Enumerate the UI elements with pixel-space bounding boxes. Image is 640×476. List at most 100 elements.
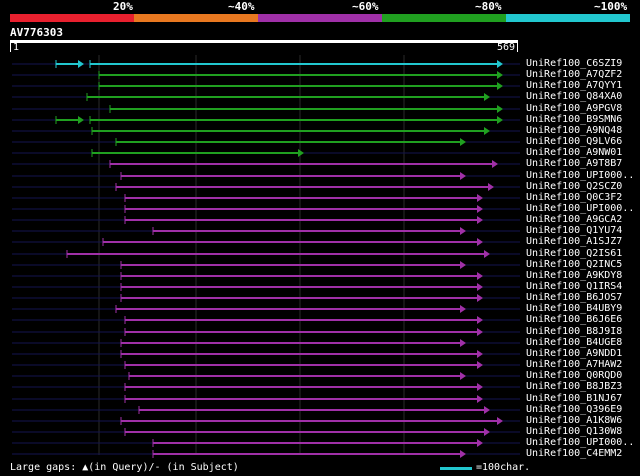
hit-arrow bbox=[497, 116, 503, 124]
hit-label[interactable]: UniRef100_B9SMN6 bbox=[526, 114, 622, 125]
hit-arrow bbox=[497, 71, 503, 79]
hit-arrow bbox=[497, 105, 503, 113]
hit-label[interactable]: UniRef100_A9GCA2 bbox=[526, 214, 622, 225]
hit-arrow bbox=[477, 283, 483, 291]
gaps-legend: Large gaps: ▲(in Query)/- (in Subject) bbox=[10, 462, 239, 473]
hit-arrow bbox=[484, 127, 490, 135]
hit-label[interactable]: UniRef100_Q396E9 bbox=[526, 404, 622, 415]
hit-arrow bbox=[460, 138, 466, 146]
hit-label[interactable]: UniRef100_Q1YU74 bbox=[526, 225, 622, 236]
hit-label[interactable]: UniRef100_C6SZI9 bbox=[526, 58, 622, 69]
hit-alignment[interactable] bbox=[55, 116, 503, 124]
hit-arrow bbox=[484, 250, 490, 258]
hit-label[interactable]: UniRef100_A7QYY1 bbox=[526, 80, 622, 91]
hit-alignment[interactable] bbox=[152, 227, 466, 235]
hit-alignment[interactable] bbox=[120, 339, 466, 347]
hit-label[interactable]: UniRef100_A9NW01 bbox=[526, 147, 622, 158]
hit-arrow bbox=[78, 116, 84, 124]
scale-label: =100char. bbox=[476, 462, 531, 473]
hit-arrow bbox=[477, 439, 483, 447]
hit-label[interactable]: UniRef100_Q0RQD0 bbox=[526, 370, 622, 381]
hit-alignment[interactable] bbox=[120, 417, 503, 425]
hit-label[interactable]: UniRef100_Q130W8 bbox=[526, 426, 622, 437]
hit-alignment[interactable] bbox=[91, 149, 304, 157]
hit-alignment[interactable] bbox=[120, 350, 483, 358]
hit-arrow bbox=[460, 305, 466, 313]
hit-label[interactable]: UniRef100_B8JBZ3 bbox=[526, 381, 622, 392]
hit-arrow bbox=[298, 149, 304, 157]
hit-arrow bbox=[460, 450, 466, 458]
hit-label[interactable]: UniRef100_A9KDY8 bbox=[526, 270, 622, 281]
hit-arrow bbox=[477, 194, 483, 202]
hit-alignment[interactable] bbox=[124, 316, 483, 324]
hit-label[interactable]: UniRef100_Q2IS61 bbox=[526, 248, 622, 259]
hit-label[interactable]: UniRef100_A1SJZ7 bbox=[526, 236, 622, 247]
hit-label[interactable]: UniRef100_Q9LV66 bbox=[526, 136, 622, 147]
hit-label[interactable]: UniRef100_B4UGE8 bbox=[526, 337, 622, 348]
hit-label[interactable]: UniRef100_B1NJ67 bbox=[526, 393, 622, 404]
hit-label[interactable]: UniRef100_B8J9I8 bbox=[526, 326, 622, 337]
hit-label[interactable]: UniRef100_Q2SCZ0 bbox=[526, 181, 622, 192]
hit-alignment[interactable] bbox=[115, 138, 466, 146]
hit-alignment[interactable] bbox=[124, 194, 483, 202]
hit-alignment[interactable] bbox=[124, 205, 483, 213]
hit-alignment[interactable] bbox=[86, 93, 490, 101]
hit-label[interactable]: UniRef100_Q1IRS4 bbox=[526, 281, 622, 292]
hit-alignment[interactable] bbox=[152, 450, 466, 458]
hit-alignment[interactable] bbox=[109, 105, 503, 113]
hit-alignment[interactable] bbox=[124, 216, 483, 224]
hit-alignment[interactable] bbox=[109, 160, 498, 168]
hit-label[interactable]: UniRef100_A9NQ48 bbox=[526, 125, 622, 136]
hit-alignment[interactable] bbox=[124, 328, 483, 336]
hit-label[interactable]: UniRef100_A9NDD1 bbox=[526, 348, 622, 359]
hit-alignment[interactable] bbox=[138, 406, 490, 414]
hit-arrow bbox=[477, 361, 483, 369]
hit-alignment[interactable] bbox=[152, 439, 483, 447]
hit-alignment[interactable] bbox=[124, 383, 483, 391]
hit-label[interactable]: UniRef100_UPI000.. bbox=[526, 203, 634, 214]
hit-arrow bbox=[460, 372, 466, 380]
hit-arrow bbox=[488, 183, 494, 191]
hit-alignment[interactable] bbox=[98, 82, 503, 90]
hit-alignment[interactable] bbox=[115, 305, 466, 313]
hit-label[interactable]: UniRef100_A7HAW2 bbox=[526, 359, 622, 370]
hit-label[interactable]: UniRef100_B6JOS7 bbox=[526, 292, 622, 303]
hit-alignment[interactable] bbox=[128, 372, 466, 380]
hit-arrow bbox=[78, 60, 84, 68]
hit-label[interactable]: UniRef100_C4EMM2 bbox=[526, 448, 622, 459]
hit-alignment[interactable] bbox=[98, 71, 503, 79]
hit-label[interactable]: UniRef100_Q0C3F2 bbox=[526, 192, 622, 203]
hit-alignment[interactable] bbox=[55, 60, 503, 68]
hit-alignment[interactable] bbox=[120, 261, 466, 269]
hit-label[interactable]: UniRef100_UPI000.. bbox=[526, 437, 634, 448]
hit-arrow bbox=[477, 238, 483, 246]
hit-label[interactable]: UniRef100_B6J6E6 bbox=[526, 314, 622, 325]
hit-label[interactable]: UniRef100_A9T8B7 bbox=[526, 158, 622, 169]
hit-label[interactable]: UniRef100_A7QZF2 bbox=[526, 69, 622, 80]
hit-alignment[interactable] bbox=[124, 361, 483, 369]
hit-label[interactable]: UniRef100_B4UBY9 bbox=[526, 303, 622, 314]
hit-alignment[interactable] bbox=[120, 272, 483, 280]
hit-arrow bbox=[477, 272, 483, 280]
hit-alignment[interactable] bbox=[120, 172, 466, 180]
hit-alignment[interactable] bbox=[115, 183, 494, 191]
hit-arrow bbox=[477, 383, 483, 391]
hit-alignment[interactable] bbox=[66, 250, 490, 258]
hit-arrow bbox=[460, 227, 466, 235]
hit-label[interactable]: UniRef100_Q2INC5 bbox=[526, 259, 622, 270]
hit-alignment[interactable] bbox=[120, 294, 483, 302]
hit-label[interactable]: UniRef100_UPI000.. bbox=[526, 170, 634, 181]
hit-label[interactable]: UniRef100_A9PGV8 bbox=[526, 103, 622, 114]
hit-alignment[interactable] bbox=[124, 428, 490, 436]
hit-label[interactable]: UniRef100_Q84XA0 bbox=[526, 91, 622, 102]
hit-label[interactable]: UniRef100_A1K8W6 bbox=[526, 415, 622, 426]
hit-arrow bbox=[492, 160, 498, 168]
hit-arrow bbox=[460, 261, 466, 269]
hit-arrow bbox=[460, 339, 466, 347]
hit-arrow bbox=[460, 172, 466, 180]
hit-alignment[interactable] bbox=[102, 238, 483, 246]
hit-alignment[interactable] bbox=[91, 127, 490, 135]
hit-arrow bbox=[477, 395, 483, 403]
hit-alignment[interactable] bbox=[124, 395, 483, 403]
hit-alignment[interactable] bbox=[120, 283, 483, 291]
